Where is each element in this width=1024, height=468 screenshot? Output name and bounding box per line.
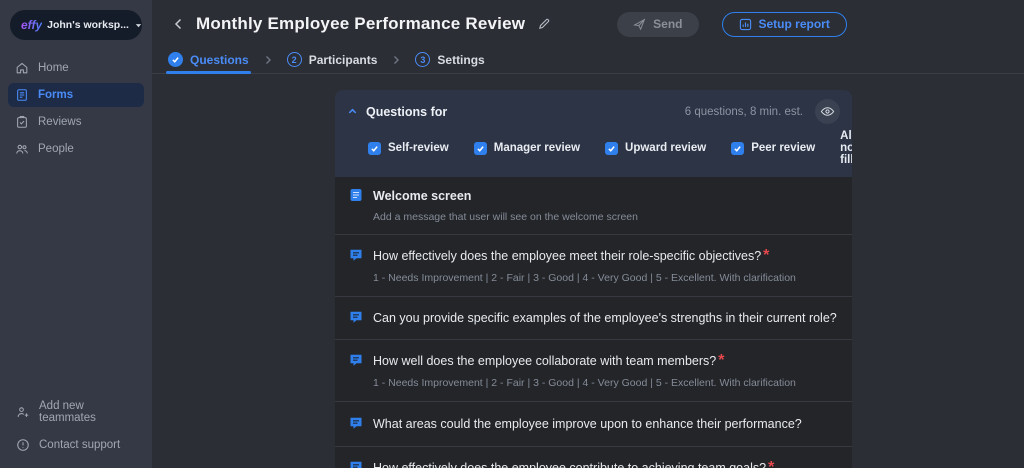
tab-label: Questions — [190, 53, 249, 67]
tab-participants[interactable]: 2 Participants — [287, 46, 378, 73]
checkbox-label: Self-review — [388, 142, 449, 154]
footer-item-label: Add new teammates — [39, 400, 136, 424]
chat-bubble-icon — [349, 310, 363, 324]
sidebar-item-forms[interactable]: Forms — [8, 83, 144, 107]
eye-icon — [820, 104, 835, 119]
step-tabs: Questions 2 Participants 3 Settings — [152, 46, 1024, 74]
sidebar-item-label: People — [38, 143, 74, 155]
question-row-rating[interactable]: How effectively does the employee contri… — [335, 447, 852, 468]
chat-bubble-icon — [349, 416, 363, 430]
audience-checkbox-self-review[interactable]: Self-review — [368, 142, 449, 155]
sidebar-item-people[interactable]: People — [8, 137, 144, 161]
sidebar-item-label: Forms — [38, 89, 73, 101]
questions-panel: Questions for 6 questions, 8 min. est. S… — [335, 90, 852, 468]
question-row-open-text[interactable]: What areas could the employee improve up… — [335, 402, 852, 447]
edit-pencil-icon[interactable] — [537, 17, 551, 31]
send-button-label: Send — [653, 17, 682, 31]
checkbox-label: Manager review — [494, 142, 580, 154]
step-number: 2 — [287, 52, 302, 67]
checkbox-checked-icon — [731, 142, 744, 155]
chat-bubble-icon — [349, 353, 363, 367]
alert-circle-icon — [16, 438, 30, 452]
question-subtitle: Add a message that user will see on the … — [373, 211, 638, 223]
audience-checkbox-manager-review[interactable]: Manager review — [474, 142, 580, 155]
question-title: Can you provide specific examples of the… — [373, 311, 837, 325]
audience-checkbox-upward-review[interactable]: Upward review — [605, 142, 706, 155]
footer-item-label: Contact support — [39, 439, 120, 451]
tab-label: Participants — [309, 53, 378, 67]
required-asterisk: * — [718, 352, 724, 369]
sidebar: effy John's worksp... Home Forms — [0, 0, 152, 468]
sidebar-footer: Add new teammates Contact support — [0, 400, 152, 452]
checkbox-checked-icon — [368, 142, 381, 155]
person-add-icon — [16, 405, 30, 419]
question-row-open-text[interactable]: Can you provide specific examples of the… — [335, 297, 852, 340]
question-row-rating[interactable]: How well does the employee collaborate w… — [335, 340, 852, 402]
checkbox-label: Peer review — [751, 142, 815, 154]
chevron-right-icon — [392, 55, 400, 65]
check-circle-icon — [168, 52, 183, 67]
setup-report-button[interactable]: Setup report — [722, 12, 847, 37]
question-title: What areas could the employee improve up… — [373, 417, 802, 431]
sidebar-item-label: Reviews — [38, 116, 81, 128]
preview-eye-button[interactable] — [815, 99, 840, 124]
workspace-switcher[interactable]: effy John's worksp... — [10, 10, 142, 40]
panel-title: Questions for — [366, 105, 447, 119]
question-row-rating[interactable]: How effectively does the employee meet t… — [335, 235, 852, 297]
required-asterisk: * — [768, 459, 774, 468]
home-icon — [15, 61, 29, 75]
tab-questions[interactable]: Questions — [168, 46, 249, 73]
effy-logo: effy — [21, 18, 42, 32]
required-asterisk: * — [763, 247, 769, 264]
chevron-right-icon — [264, 55, 272, 65]
add-new-teammates-link[interactable]: Add new teammates — [16, 400, 136, 424]
send-button[interactable]: Send — [617, 12, 698, 37]
question-row-welcome-screen[interactable]: Welcome screen Add a message that user w… — [335, 177, 852, 235]
report-icon — [739, 18, 752, 31]
form-header: Monthly Employee Performance Review Send… — [152, 0, 1024, 46]
sidebar-nav: Home Forms Reviews People — [0, 56, 152, 161]
checkbox-checked-icon — [474, 142, 487, 155]
people-icon — [15, 142, 29, 156]
allow-not-to-fill-label: Allow not to fill in — [840, 130, 852, 166]
audience-checkbox-peer-review[interactable]: Peer review — [731, 142, 815, 155]
checkbox-checked-icon — [605, 142, 618, 155]
step-number: 3 — [415, 52, 430, 67]
setup-report-label: Setup report — [759, 17, 830, 31]
clipboard-icon — [15, 115, 29, 129]
question-title: Welcome screen — [373, 189, 471, 203]
questions-panel-header: Questions for 6 questions, 8 min. est. S… — [335, 90, 852, 177]
page-title: Monthly Employee Performance Review — [196, 14, 525, 34]
welcome-document-icon — [349, 188, 363, 202]
rating-scale-subtitle: 1 - Needs Improvement | 2 - Fair | 3 - G… — [373, 272, 796, 284]
chat-bubble-icon — [349, 460, 363, 468]
tab-settings[interactable]: 3 Settings — [415, 46, 484, 73]
send-rocket-icon — [633, 18, 646, 31]
rating-scale-subtitle: 1 - Needs Improvement | 2 - Fair | 3 - G… — [373, 377, 796, 389]
sidebar-item-reviews[interactable]: Reviews — [8, 110, 144, 134]
question-title: How effectively does the employee meet t… — [373, 249, 761, 263]
forms-icon — [15, 88, 29, 102]
back-arrow-icon[interactable] — [170, 16, 186, 32]
sidebar-item-home[interactable]: Home — [8, 56, 144, 80]
caret-down-icon — [134, 21, 143, 30]
question-title: How well does the employee collaborate w… — [373, 354, 716, 368]
question-title: How effectively does the employee contri… — [373, 461, 766, 468]
main-area: Monthly Employee Performance Review Send… — [152, 0, 1024, 468]
sidebar-item-label: Home — [38, 62, 69, 74]
questions-list: Welcome screen Add a message that user w… — [335, 177, 852, 468]
questions-meta: 6 questions, 8 min. est. — [685, 106, 803, 118]
workspace-name: John's worksp... — [47, 19, 129, 31]
tab-label: Settings — [437, 53, 484, 67]
app-window: effy John's worksp... Home Forms — [0, 0, 1024, 468]
chat-bubble-icon — [349, 248, 363, 262]
allow-not-to-fill-group: Allow not to fill in — [840, 130, 852, 166]
collapse-chevron-up-icon[interactable] — [347, 106, 358, 117]
checkbox-label: Upward review — [625, 142, 706, 154]
contact-support-link[interactable]: Contact support — [16, 438, 136, 452]
